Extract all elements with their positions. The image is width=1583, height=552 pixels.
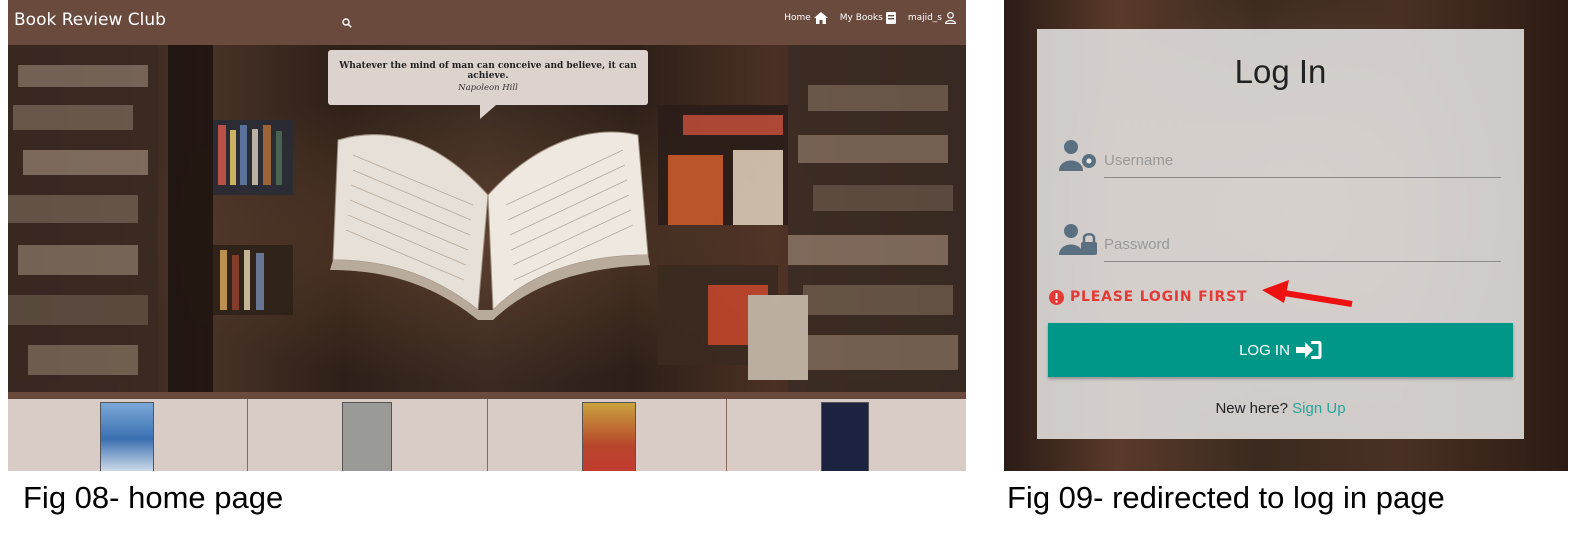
quote-box: Whatever the mind of man can conceive an… xyxy=(328,50,648,119)
alert-circle-icon xyxy=(1049,289,1064,305)
new-here-text: New here? xyxy=(1215,400,1288,417)
login-button[interactable]: LOG IN xyxy=(1048,323,1513,377)
nav-home-link[interactable]: Home xyxy=(784,12,828,24)
nav-user-label: majid_s xyxy=(907,13,942,23)
login-title: Log In xyxy=(1234,53,1327,90)
book-cover-row xyxy=(8,399,966,471)
login-card: Log In PLEASE LOGIN FIRST LOG IN New her… xyxy=(1037,29,1524,439)
signup-prompt: New here? Sign Up xyxy=(1037,400,1524,417)
book-card[interactable] xyxy=(487,399,728,471)
quote-author: Napoleon Hill xyxy=(458,83,518,93)
sign-in-icon xyxy=(1295,341,1322,359)
nav-home-label: Home xyxy=(784,13,811,23)
book-card[interactable] xyxy=(247,399,488,471)
user-icon xyxy=(945,12,956,24)
hero-divider xyxy=(8,392,966,399)
brand-logo[interactable]: Book Review Club xyxy=(14,10,166,30)
book-card[interactable] xyxy=(727,399,966,471)
username-input[interactable] xyxy=(1104,143,1501,178)
nav-my-books-label: My Books xyxy=(839,13,883,23)
red-arrow-annotation xyxy=(1262,280,1353,307)
login-button-label: LOG IN xyxy=(1239,341,1290,359)
book-cover[interactable] xyxy=(581,402,636,471)
book-cover[interactable] xyxy=(100,402,154,471)
search-icon[interactable] xyxy=(342,13,352,32)
password-input[interactable] xyxy=(1104,227,1501,262)
quote-text: Whatever the mind of man can conceive an… xyxy=(339,61,637,81)
error-message: PLEASE LOGIN FIRST xyxy=(1049,289,1247,305)
nav-links: Home My Books majid_s xyxy=(784,12,956,24)
figure-caption-login: Fig 09- redirected to log in page xyxy=(1007,480,1445,515)
user-cog-icon xyxy=(1059,139,1099,177)
nav-my-books-link[interactable]: My Books xyxy=(840,12,896,24)
book-icon xyxy=(885,12,896,24)
figure-caption-home: Fig 08- home page xyxy=(23,480,284,515)
hero-banner: Whatever the mind of man can conceive an… xyxy=(8,45,966,392)
home-icon xyxy=(813,12,828,24)
nav-user-link[interactable]: majid_s xyxy=(908,12,956,24)
sign-up-link[interactable]: Sign Up xyxy=(1292,400,1345,417)
book-cover[interactable] xyxy=(341,402,392,471)
error-text: PLEASE LOGIN FIRST xyxy=(1070,289,1248,305)
login-page-screenshot: Log In PLEASE LOGIN FIRST LOG IN New her… xyxy=(1004,0,1568,471)
open-book-illustration xyxy=(330,131,650,320)
navbar: Book Review Club Home My Books majid_s xyxy=(8,0,966,45)
user-lock-icon xyxy=(1059,223,1099,261)
book-cover[interactable] xyxy=(821,402,870,471)
home-page-screenshot: Book Review Club Home My Books majid_s W… xyxy=(8,0,966,471)
book-card[interactable] xyxy=(8,399,248,471)
